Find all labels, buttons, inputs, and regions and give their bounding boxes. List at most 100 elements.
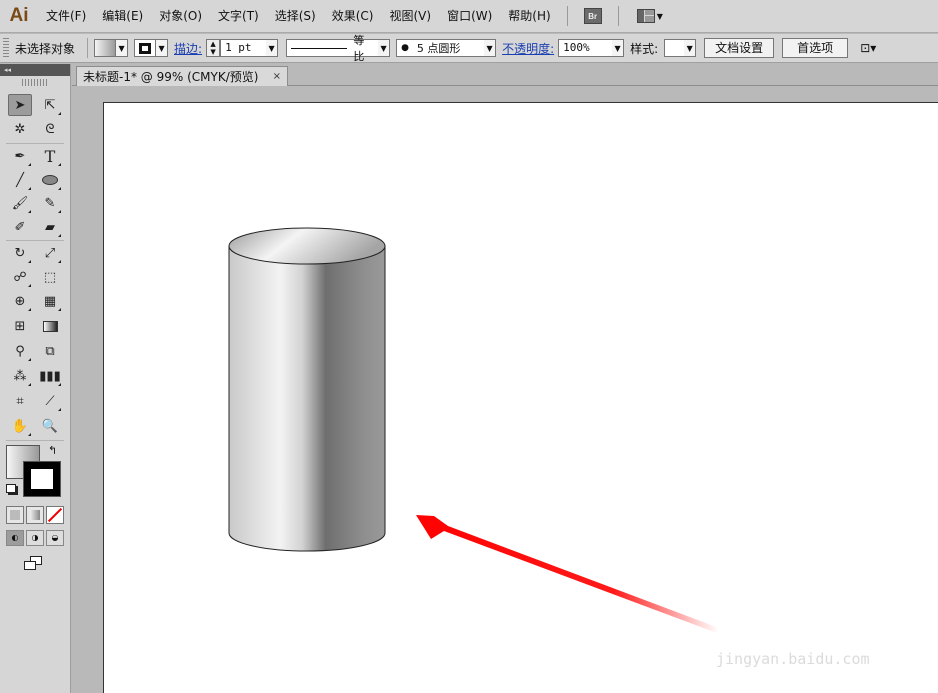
menu-separator [617,6,619,26]
panel-grip[interactable] [22,79,48,86]
default-colors-icon[interactable] [6,484,16,493]
brush-dropdown[interactable]: ▼ [484,39,497,57]
blend-icon: ⧉ [45,343,55,359]
free-transform-icon: ⬚ [43,269,57,285]
perspective-grid-tool[interactable]: ▦ [38,290,62,312]
draw-behind-button[interactable]: ◑ [26,530,44,546]
ellipse-tool[interactable] [38,169,62,191]
lasso-tool[interactable]: ᘓ [38,118,62,140]
menu-effect[interactable]: 效果(C) [324,0,382,33]
stroke-weight-stepper[interactable]: ▲ ▼ [206,39,221,57]
close-icon[interactable]: × [273,71,281,82]
document-setup-button[interactable]: 文档设置 [704,38,775,58]
app-logo: Ai [9,5,29,26]
eyedropper-tool[interactable]: ⚲ [8,340,32,362]
preferences-button[interactable]: 首选项 [782,38,849,58]
menu-view[interactable]: 视图(V) [381,0,439,33]
gradient-mode-button[interactable] [26,506,44,524]
eraser-icon: ▰ [45,219,55,235]
type-tool[interactable]: T [38,145,62,167]
layout-icon [636,9,655,23]
opacity-dropdown[interactable]: ▼ [612,39,625,57]
artboard-tool[interactable]: ⌗ [8,390,32,412]
menu-separator [566,6,568,26]
opacity-field[interactable]: 100% [558,39,613,57]
symbol-sprayer-icon: ⁂ [13,368,27,384]
paintbrush-tool[interactable]: 🖌 [8,192,32,214]
stroke-panel-link[interactable]: 描边: [174,40,202,57]
line-segment-tool[interactable]: ╱ [8,169,32,191]
mesh-tool[interactable]: ⊞ [8,315,32,337]
separator [6,440,64,441]
stroke-dropdown[interactable]: ▼ [156,39,169,57]
eyedropper-icon: ⚲ [15,343,25,359]
symbol-sprayer-tool[interactable]: ⁂ [8,365,32,387]
eraser-tool[interactable]: ▰ [38,216,62,238]
blob-brush-tool[interactable]: ✐ [8,216,32,238]
column-graph-tool[interactable]: ▮▮▮ [38,365,62,387]
warp-tool[interactable]: ☍ [8,266,32,288]
profile-dropdown[interactable]: ▼ [378,39,391,57]
menu-window[interactable]: 窗口(W) [439,0,500,33]
canvas-workspace[interactable] [72,87,938,693]
stroke-swatch[interactable] [134,39,157,57]
style-dropdown[interactable]: ▼ [684,39,697,57]
screen-mode-icon [24,561,36,570]
stroke-weight-dropdown[interactable]: ▼ [266,39,279,57]
cylinder-shape[interactable] [228,227,386,552]
selection-tool[interactable]: ➤ [8,94,32,116]
stroke-color-swatch[interactable] [23,461,61,497]
pen-icon: ✒ [14,148,26,164]
panel-collapse-button[interactable]: ◂◂ [0,64,70,76]
graphic-style-swatch[interactable] [664,39,685,57]
menu-object[interactable]: 对象(O) [151,0,210,33]
draw-normal-button[interactable]: ◐ [6,530,24,546]
bridge-button[interactable]: Br [583,8,602,24]
watermark-text: Baidu 经验 [718,626,848,651]
document-tab-bar: 未标题-1* @ 99% (CMYK/预览) × [72,64,938,86]
arrange-icon[interactable]: ⊡▾ [860,41,876,55]
menu-type[interactable]: 文字(T) [210,0,267,33]
color-mode-row [6,506,64,524]
pen-tool[interactable]: ✒ [8,145,32,167]
stroke-weight-field[interactable]: 1 pt [220,39,267,57]
brush-definition[interactable]: ● 5 点圆形 [396,39,485,57]
fill-dropdown[interactable]: ▼ [116,39,129,57]
gradient-tool[interactable] [38,315,62,337]
none-mode-button[interactable] [46,506,64,524]
menu-file[interactable]: 文件(F) [38,0,94,33]
artboard[interactable] [103,102,938,693]
rotate-tool[interactable]: ↻ [8,242,32,264]
document-tab[interactable]: 未标题-1* @ 99% (CMYK/预览) × [76,66,288,86]
workspace-layout-button[interactable]: ▼ [636,9,663,23]
opacity-panel-link[interactable]: 不透明度: [502,40,554,57]
ellipse-icon [42,175,58,185]
scale-tool[interactable]: ⤢ [38,242,62,264]
shape-builder-tool[interactable]: ⊕ [8,290,32,312]
menu-edit[interactable]: 编辑(E) [94,0,151,33]
swap-colors-icon[interactable]: ↰ [48,444,57,457]
direct-selection-tool[interactable]: ⇱ [38,94,62,116]
zoom-tool[interactable]: 🔍 [38,415,62,437]
menu-select[interactable]: 选择(S) [267,0,324,33]
red-arrow[interactable] [416,515,719,633]
perspective-grid-icon: ▦ [43,293,57,309]
screen-mode-button[interactable] [24,556,46,570]
hand-icon: ✋ [11,418,29,434]
variable-width-profile[interactable]: 等比 [286,34,379,63]
free-transform-tool[interactable]: ⬚ [38,266,62,288]
blob-brush-icon: ✐ [14,219,26,235]
document-tab-title: 未标题-1* @ 99% (CMYK/预览) [83,70,259,84]
panel-grip[interactable] [3,38,9,58]
pencil-tool[interactable]: ✎ [38,192,62,214]
blend-tool[interactable]: ⧉ [38,340,62,362]
style-label: 样式: [630,41,659,56]
hand-tool[interactable]: ✋ [8,415,32,437]
draw-inside-button[interactable]: ◒ [46,530,64,546]
menu-help[interactable]: 帮助(H) [500,0,558,33]
slice-tool[interactable]: ⟋ [38,390,62,412]
magic-wand-tool[interactable]: ✲ [8,118,32,140]
line-style-label: 等比 [353,34,365,63]
fill-swatch[interactable] [94,39,117,57]
color-mode-button[interactable] [6,506,24,524]
